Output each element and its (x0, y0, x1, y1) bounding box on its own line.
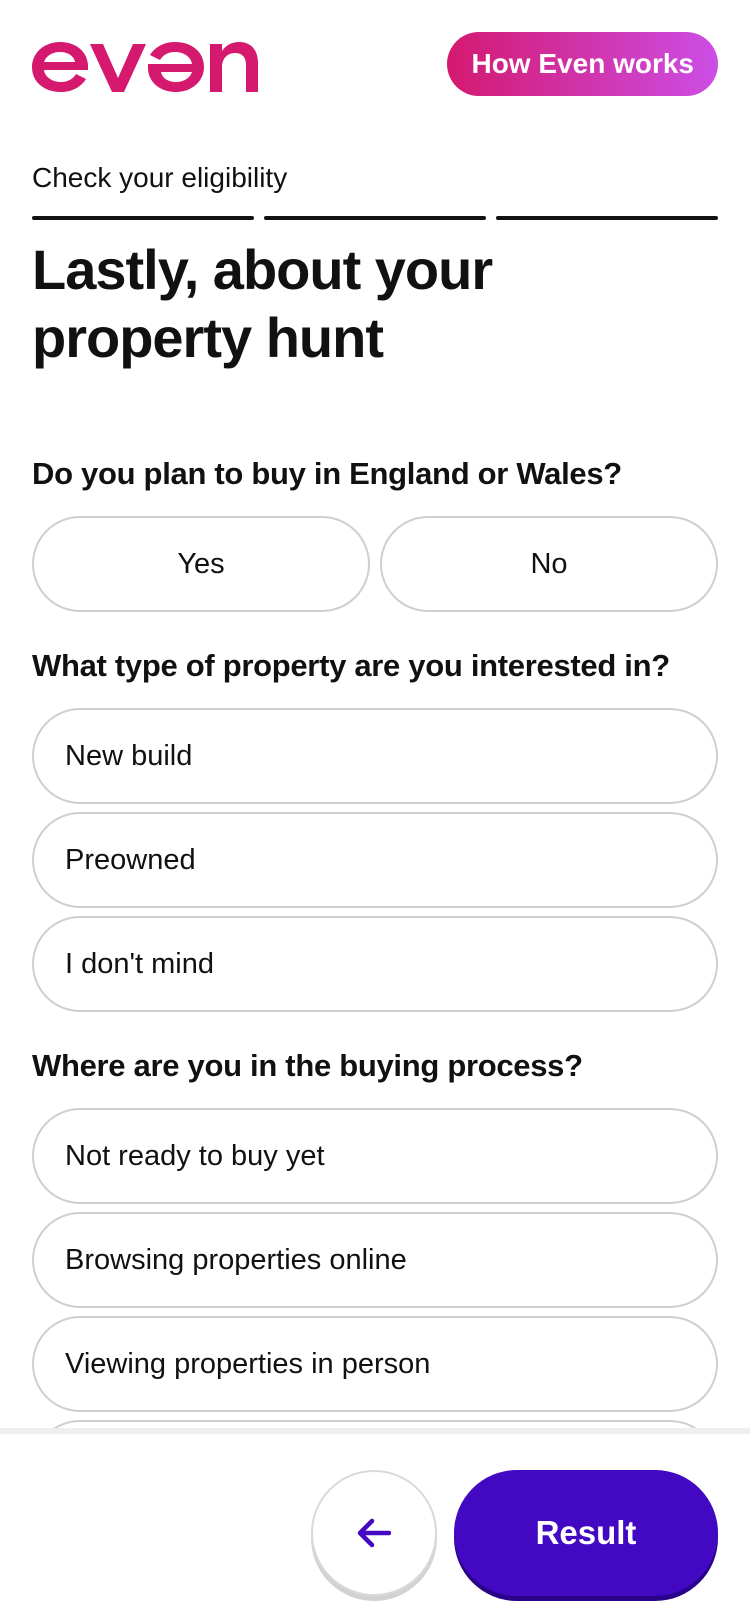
question-location: Do you plan to buy in England or Wales? (32, 456, 622, 491)
header: How Even works (32, 32, 718, 96)
page-title: Lastly, about your property hunt (32, 238, 493, 369)
even-logo[interactable] (32, 32, 272, 96)
even-logo-wordmark (32, 42, 258, 92)
option-browsing-online[interactable]: Browsing properties online (32, 1212, 718, 1308)
option-no[interactable]: No (380, 516, 718, 612)
option-yes[interactable]: Yes (32, 516, 370, 612)
progress-segment (264, 216, 486, 220)
option-not-ready[interactable]: Not ready to buy yet (32, 1108, 718, 1204)
result-button[interactable]: Result (454, 1470, 718, 1596)
progress-segment (496, 216, 718, 220)
option-viewing-in-person[interactable]: Viewing properties in person (32, 1316, 718, 1412)
progress-bar (32, 216, 718, 220)
option-preowned[interactable]: Preowned (32, 812, 718, 908)
question-property-type: What type of property are you interested… (32, 648, 670, 683)
how-even-works-button[interactable]: How Even works (447, 32, 718, 96)
option-new-build[interactable]: New build (32, 708, 718, 804)
question-buying-process: Where are you in the buying process? (32, 1048, 583, 1083)
progress-segment (32, 216, 254, 220)
option-dont-mind[interactable]: I don't mind (32, 916, 718, 1012)
arrow-left-icon (357, 1518, 391, 1548)
step-label: Check your eligibility (32, 162, 288, 193)
footer-bar: Result (0, 1428, 750, 1624)
page: How Even works Check your eligibility La… (0, 0, 750, 1624)
back-button[interactable] (311, 1470, 437, 1596)
